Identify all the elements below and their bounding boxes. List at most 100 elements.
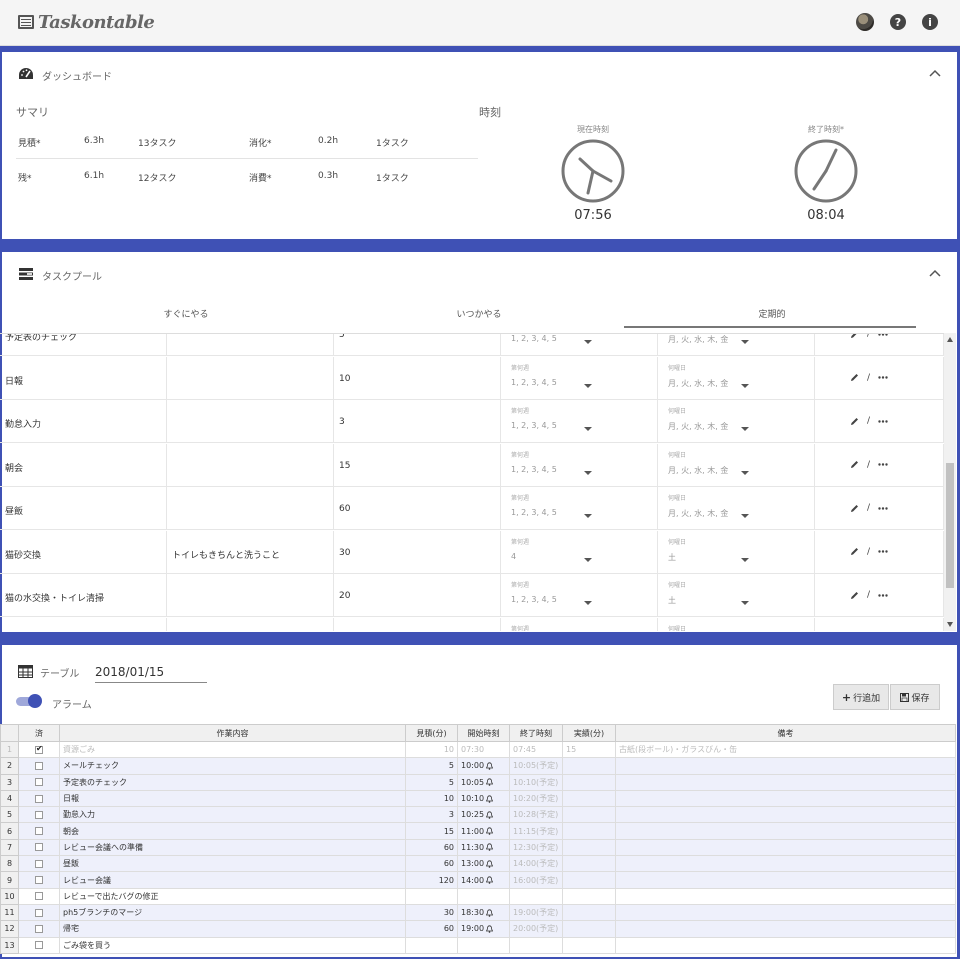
week-select-value[interactable]: 1, 2, 3, 4, 5 (511, 378, 557, 387)
scroll-thumb[interactable] (946, 463, 954, 588)
pool-cell[interactable]: 何曜日月, 火, 水, 木, 金 (658, 400, 815, 443)
task-cell[interactable]: ph5ブランチのマージ (59, 903, 406, 922)
dropdown-arrow-icon[interactable] (584, 383, 592, 388)
task-estimate[interactable]: 15 (339, 461, 350, 471)
memo-cell[interactable] (615, 822, 956, 840)
actual-cell[interactable] (562, 806, 616, 824)
actual-cell[interactable] (562, 936, 616, 954)
pencil-icon[interactable] (850, 547, 859, 556)
week-select-value[interactable]: 1, 2, 3, 4, 5 (511, 595, 557, 604)
dashboard-header[interactable]: ダッシュボード (2, 52, 957, 96)
estimate-cell[interactable]: 10 (405, 740, 458, 759)
end-cell[interactable]: 19:00(予定) (509, 903, 563, 922)
memo-cell[interactable] (615, 855, 956, 873)
done-cell[interactable] (18, 740, 60, 759)
dropdown-arrow-icon[interactable] (584, 470, 592, 475)
bell-icon[interactable] (486, 925, 494, 933)
end-cell[interactable] (509, 887, 563, 905)
estimate-cell[interactable]: 30 (405, 903, 458, 922)
pool-cell[interactable]: 何曜日土 (658, 574, 815, 617)
done-checkbox[interactable] (35, 761, 43, 770)
start-cell[interactable]: 11:30 (457, 838, 510, 857)
dropdown-arrow-icon[interactable] (584, 427, 592, 431)
scroll-down-icon[interactable] (947, 622, 953, 627)
task-cell[interactable]: レビュー会議 (59, 871, 406, 889)
task-name[interactable]: 昼飯 (5, 504, 23, 517)
day-select-value[interactable]: 土 (668, 552, 676, 563)
done-cell[interactable] (18, 936, 60, 954)
chevron-up-icon[interactable] (929, 269, 941, 277)
estimate-cell[interactable]: 15 (405, 822, 458, 840)
dropdown-arrow-icon[interactable] (741, 340, 749, 344)
memo-cell[interactable] (615, 757, 956, 775)
column-header[interactable]: 開始時刻 (457, 724, 510, 742)
day-select-value[interactable]: 土 (668, 595, 676, 606)
task-cell[interactable]: メールチェック (59, 757, 406, 775)
info-icon[interactable]: i (922, 14, 938, 30)
task-cell[interactable]: レビューで出たバグの修正 (59, 887, 406, 905)
end-cell[interactable]: 07:45 (509, 740, 563, 759)
bell-icon[interactable] (486, 762, 494, 770)
done-cell[interactable] (18, 757, 60, 775)
start-cell[interactable]: 19:00 (457, 920, 510, 938)
start-cell[interactable]: 11:00 (457, 822, 510, 840)
estimate-cell[interactable]: 60 (405, 838, 458, 857)
done-checkbox[interactable] (35, 876, 43, 885)
done-checkbox[interactable] (35, 794, 43, 803)
alarm-toggle[interactable] (16, 694, 42, 708)
pool-cell[interactable]: 第何週 1, 2, 3, 4, 5 (501, 443, 658, 487)
estimate-cell[interactable]: 60 (405, 855, 458, 873)
pencil-icon[interactable] (850, 591, 859, 600)
actual-cell[interactable] (562, 773, 616, 791)
task-estimate[interactable]: 3 (339, 417, 345, 427)
task-name[interactable]: 予定表のチェック (5, 334, 77, 343)
estimate-cell[interactable] (405, 887, 458, 905)
pool-cell[interactable]: 第何週 1, 2, 3, 4, 5 (501, 356, 658, 400)
end-cell[interactable]: 14:00(予定) (509, 855, 563, 873)
estimate-cell[interactable]: 120 (405, 871, 458, 889)
week-select-value[interactable]: 1, 2, 3, 4, 5 (511, 508, 557, 517)
dropdown-arrow-icon[interactable] (741, 514, 749, 518)
estimate-cell[interactable]: 3 (405, 806, 458, 824)
actual-cell[interactable] (562, 789, 616, 808)
more-icon[interactable] (878, 419, 888, 423)
bell-icon[interactable] (486, 811, 494, 819)
pool-cell[interactable]: 何曜日月, 火, 水, 木, 金 (658, 443, 815, 487)
more-icon[interactable] (878, 506, 888, 510)
done-checkbox[interactable] (35, 744, 43, 754)
task-estimate[interactable]: 30 (339, 548, 350, 558)
task-cell[interactable]: 昼飯 (59, 855, 406, 873)
task-name[interactable]: 猫砂交換 (5, 548, 41, 561)
more-icon[interactable] (878, 593, 888, 597)
chevron-up-icon[interactable] (929, 69, 941, 77)
task-estimate[interactable]: 60 (339, 504, 350, 514)
pool-cell[interactable]: 第何週 1, 2, 3, 4, 5 (501, 400, 658, 443)
dropdown-arrow-icon[interactable] (741, 427, 749, 431)
actual-cell[interactable] (562, 855, 616, 873)
week-select-value[interactable]: 1, 2, 3, 4, 5 (511, 334, 557, 343)
actual-cell[interactable] (562, 903, 616, 922)
bell-icon[interactable] (486, 778, 494, 787)
more-icon[interactable] (878, 333, 888, 336)
task-estimate[interactable]: 20 (339, 591, 350, 601)
week-select-value[interactable]: 1, 2, 3, 4, 5 (511, 421, 557, 430)
pencil-icon[interactable] (850, 504, 859, 513)
tab-someday[interactable]: いつかやる (403, 308, 555, 330)
memo-cell[interactable] (615, 903, 956, 922)
more-icon[interactable] (878, 550, 888, 553)
actual-cell[interactable]: 15 (562, 740, 616, 759)
task-name[interactable]: 猫の水交換・トイレ清掃 (5, 591, 104, 604)
taskpool-header[interactable]: タスクプール (2, 252, 957, 296)
done-cell[interactable] (18, 822, 60, 840)
pool-cell[interactable]: 何曜日 (658, 617, 815, 631)
task-cell[interactable]: 勤怠入力 (59, 806, 406, 824)
add-row-button[interactable]: + 行追加 (833, 684, 889, 710)
done-checkbox[interactable] (35, 778, 43, 787)
bell-icon[interactable] (486, 876, 494, 884)
task-cell[interactable]: 資源ごみ (59, 740, 406, 759)
dropdown-arrow-icon[interactable] (584, 601, 592, 605)
day-select-value[interactable]: 月, 火, 水, 木, 金 (668, 508, 728, 519)
memo-cell[interactable] (615, 887, 956, 905)
bell-icon[interactable] (486, 827, 494, 835)
column-header[interactable]: 作業内容 (59, 724, 406, 742)
